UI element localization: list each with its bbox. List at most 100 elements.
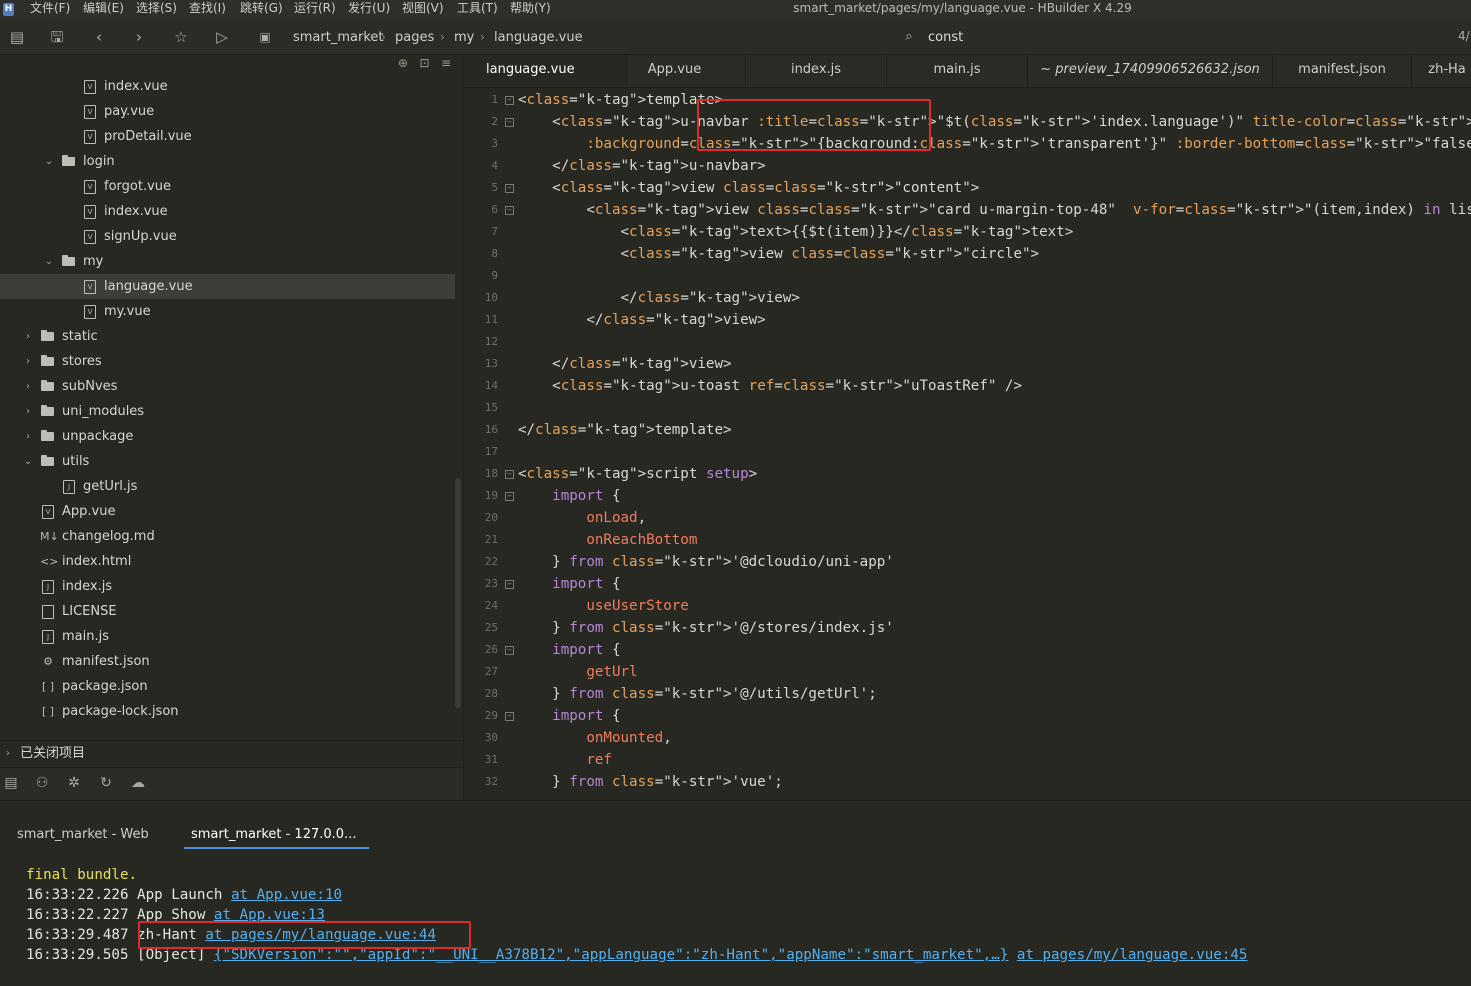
code-editor[interactable]: 1− <class="k-tag">template> 2− <class="k-t… bbox=[464, 88, 1471, 800]
chevron-right-icon[interactable]: › bbox=[22, 324, 34, 349]
tree-item[interactable]: ⌄ utils bbox=[0, 449, 455, 474]
chevron-down-icon[interactable]: ⌄ bbox=[43, 149, 55, 174]
chevron-down-icon[interactable]: ⌄ bbox=[43, 249, 55, 274]
line-number: 25 bbox=[484, 621, 498, 634]
code-line: 13 </class="k-tag">view> bbox=[464, 353, 1471, 375]
breadcrumb-item[interactable]: language.vue bbox=[494, 29, 583, 46]
tree-item[interactable]: Vmy.vue bbox=[0, 299, 455, 324]
line-number: 27 bbox=[484, 665, 498, 678]
tree-item[interactable]: [ ] package-lock.json bbox=[0, 699, 455, 724]
git-icon[interactable]: ↻ bbox=[97, 774, 115, 792]
locate-icon[interactable]: ⊕ bbox=[398, 56, 408, 70]
console-text: 16:33:29.505 [Object] bbox=[26, 947, 214, 963]
binoculars-icon[interactable]: ⚇ bbox=[33, 774, 51, 792]
code-line: 18− <class="k-tag">script setup> bbox=[464, 463, 1471, 485]
fold-toggle-icon[interactable]: − bbox=[505, 646, 514, 655]
editor-tab[interactable]: manifest.json bbox=[1273, 55, 1412, 87]
tree-item[interactable]: › stores bbox=[0, 349, 455, 374]
line-number: 22 bbox=[484, 555, 498, 568]
tree-item-label: App.vue bbox=[62, 504, 116, 519]
editor-tab[interactable]: language.vue bbox=[464, 55, 627, 87]
chevron-right-icon[interactable]: › bbox=[22, 349, 34, 374]
bug-icon[interactable]: ✲ bbox=[65, 774, 83, 792]
tree-item[interactable]: M↓ changelog.md bbox=[0, 524, 455, 549]
editor-tab[interactable]: App.vue bbox=[604, 55, 746, 87]
tree-item[interactable]: › unpackage bbox=[0, 424, 455, 449]
tree-item[interactable]: <> index.html bbox=[0, 549, 455, 574]
tree-item[interactable]: ⚙ manifest.json bbox=[0, 649, 455, 674]
tree-item-label: subNves bbox=[62, 379, 118, 394]
fold-toggle-icon[interactable]: − bbox=[505, 184, 514, 193]
chevron-right-icon[interactable]: › bbox=[22, 399, 34, 424]
breadcrumb-item[interactable]: my bbox=[454, 29, 474, 46]
line-number: 24 bbox=[484, 599, 498, 612]
chevron-down-icon[interactable]: ⌄ bbox=[22, 449, 34, 474]
fold-toggle-icon[interactable]: − bbox=[505, 580, 514, 589]
tree-item[interactable]: ⌄ login bbox=[0, 149, 455, 174]
editor-tab[interactable]: zh-Ha bbox=[1412, 55, 1471, 87]
folder-icon bbox=[41, 355, 54, 366]
tree-item[interactable]: Jindex.js bbox=[0, 574, 455, 599]
fold-toggle-icon[interactable]: − bbox=[505, 492, 514, 501]
tree-item[interactable]: Vindex.vue bbox=[0, 74, 455, 99]
folder-icon bbox=[41, 405, 54, 416]
tree-item[interactable]: V App.vue bbox=[0, 499, 455, 524]
closed-projects-section[interactable]: › 已关闭项目 bbox=[0, 740, 463, 766]
tree-item[interactable]: LICENSE bbox=[0, 599, 455, 624]
tree-item[interactable]: [ ] package.json bbox=[0, 674, 455, 699]
console-tab-local[interactable]: smart_market - 127.0.0... bbox=[191, 826, 356, 848]
search-input[interactable]: const bbox=[928, 29, 963, 46]
tree-item[interactable]: VsignUp.vue bbox=[0, 224, 455, 249]
vue-file-icon: V bbox=[84, 280, 96, 294]
tree-item[interactable]: › static bbox=[0, 324, 455, 349]
tree-item[interactable]: JgetUrl.js bbox=[0, 474, 455, 499]
run-icon[interactable]: ▷ bbox=[213, 28, 231, 46]
line-number: 30 bbox=[484, 731, 498, 744]
sidebar-toggle-icon[interactable]: ▤ bbox=[8, 28, 26, 46]
sidebar-scrollbar[interactable] bbox=[455, 478, 461, 708]
explorer-icon[interactable]: ▤ bbox=[2, 774, 20, 792]
tree-item[interactable]: › uni_modules bbox=[0, 399, 455, 424]
code-text: <class="k-tag">template> bbox=[518, 92, 724, 108]
folder-icon bbox=[41, 380, 54, 391]
forward-icon[interactable]: › bbox=[130, 28, 148, 46]
save-icon[interactable]: 🖫 bbox=[48, 28, 66, 46]
editor-tab[interactable]: main.js bbox=[887, 55, 1028, 87]
tree-item-label: uni_modules bbox=[62, 404, 145, 419]
star-icon[interactable]: ☆ bbox=[172, 28, 190, 46]
breadcrumb-item[interactable]: smart_market bbox=[293, 29, 383, 46]
fold-toggle-icon[interactable]: − bbox=[505, 206, 514, 215]
fold-toggle-icon[interactable]: − bbox=[505, 712, 514, 721]
fold-toggle-icon[interactable]: − bbox=[505, 118, 514, 127]
console-link[interactable]: {"SDKVersion":"","appId":"__UNI__A378B12… bbox=[214, 947, 1008, 963]
editor-tab[interactable]: index.js bbox=[746, 55, 887, 87]
fold-toggle-icon[interactable]: − bbox=[505, 470, 514, 479]
tree-item-label: manifest.json bbox=[62, 654, 150, 669]
tree-item[interactable]: › subNves bbox=[0, 374, 455, 399]
chevron-right-icon[interactable]: › bbox=[22, 424, 34, 449]
cloud-icon[interactable]: ☁ bbox=[129, 774, 147, 792]
collapse-icon[interactable]: ⊡ bbox=[420, 56, 430, 70]
fold-toggle-icon[interactable]: − bbox=[505, 96, 514, 105]
menu-icon[interactable]: ≡ bbox=[441, 56, 451, 70]
sidebar-tools: ⊕ ⊡ ≡ bbox=[398, 56, 460, 72]
breadcrumb-item[interactable]: pages bbox=[395, 29, 434, 46]
tree-item[interactable]: VproDetail.vue bbox=[0, 124, 455, 149]
tree-item[interactable]: Vpay.vue bbox=[0, 99, 455, 124]
code-line: 17 bbox=[464, 441, 1471, 463]
editor-tab[interactable]: ~ preview_17409906526632.json bbox=[1028, 55, 1273, 87]
tree-item-label: index.vue bbox=[104, 204, 168, 219]
tree-item[interactable]: Vforgot.vue bbox=[0, 174, 455, 199]
tree-item[interactable]: Vlanguage.vue bbox=[0, 274, 455, 299]
console-tab-web[interactable]: smart_market - Web bbox=[17, 826, 149, 848]
tree-item[interactable]: Jmain.js bbox=[0, 624, 455, 649]
code-text: </class="k-tag">template> bbox=[518, 422, 732, 438]
console-link[interactable]: at pages/my/language.vue:45 bbox=[1017, 947, 1248, 963]
code-line: 26− import { bbox=[464, 639, 1471, 661]
tree-item[interactable]: Vindex.vue bbox=[0, 199, 455, 224]
search-box[interactable] bbox=[895, 22, 1460, 52]
chevron-right-icon[interactable]: › bbox=[22, 374, 34, 399]
tree-item[interactable]: ⌄ my bbox=[0, 249, 455, 274]
console-link[interactable]: at App.vue:10 bbox=[231, 887, 342, 903]
back-icon[interactable]: ‹ bbox=[90, 28, 108, 46]
